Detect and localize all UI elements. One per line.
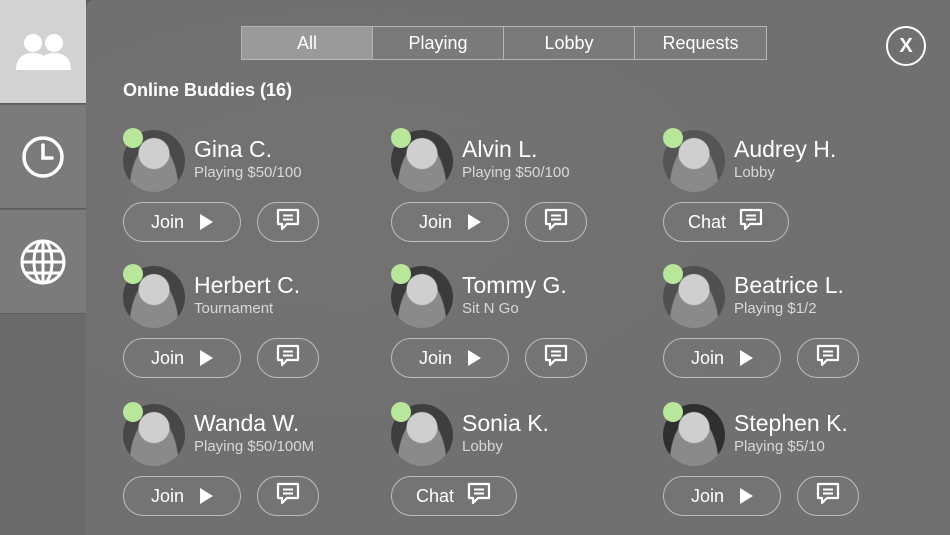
- play-icon: [200, 214, 214, 230]
- chat-icon: [275, 207, 301, 238]
- buddy-card: Herbert C. Tournament Join: [123, 264, 383, 396]
- chat-button[interactable]: Chat: [663, 202, 789, 242]
- sidebar-item-recent[interactable]: [0, 105, 86, 209]
- buddy-name: Audrey H.: [734, 136, 837, 162]
- tab-all[interactable]: All: [242, 27, 373, 59]
- buddy-name: Tommy G.: [462, 272, 567, 298]
- buddy-status: Playing $50/100: [194, 164, 302, 181]
- online-status-dot: [663, 128, 683, 148]
- join-label: Join: [418, 347, 453, 368]
- online-buddies-title: Online Buddies (16): [123, 80, 293, 100]
- join-button[interactable]: Join: [123, 476, 241, 516]
- join-label: Join: [690, 347, 725, 368]
- online-status-dot: [123, 128, 143, 148]
- close-icon: X: [899, 34, 913, 57]
- buddy-name: Stephen K.: [734, 410, 848, 436]
- play-icon: [200, 350, 214, 366]
- clock-icon: [22, 135, 64, 178]
- chat-button[interactable]: Chat: [391, 476, 517, 516]
- play-icon: [740, 488, 754, 504]
- chat-icon: [738, 207, 764, 238]
- join-label: Join: [418, 211, 453, 232]
- buddy-status: Playing $50/100M: [194, 438, 315, 455]
- chat-button[interactable]: [525, 202, 587, 242]
- buddy-card: Stephen K. Playing $5/10 Join: [663, 402, 923, 534]
- chat-label: Chat: [687, 211, 727, 232]
- join-label: Join: [690, 485, 725, 506]
- chat-icon: [543, 207, 569, 238]
- join-button[interactable]: Join: [663, 476, 781, 516]
- online-status-dot: [123, 264, 143, 284]
- chat-label: Chat: [415, 485, 455, 506]
- play-icon: [200, 488, 214, 504]
- sidebar-item-global[interactable]: [0, 210, 86, 314]
- buddy-status: Lobby: [734, 164, 775, 181]
- chat-button[interactable]: [797, 338, 859, 378]
- join-label: Join: [150, 485, 185, 506]
- buddy-status: Lobby: [462, 438, 503, 455]
- join-button[interactable]: Join: [663, 338, 781, 378]
- chat-button[interactable]: [257, 476, 319, 516]
- buddies-icon: [16, 33, 71, 70]
- online-status-dot: [391, 402, 411, 422]
- online-status-dot: [663, 264, 683, 284]
- tab-requests[interactable]: Requests: [635, 27, 766, 59]
- join-button[interactable]: Join: [123, 202, 241, 242]
- chat-icon: [466, 481, 492, 512]
- chat-button[interactable]: [257, 338, 319, 378]
- buddy-name: Wanda W.: [194, 410, 300, 436]
- chat-button[interactable]: [525, 338, 587, 378]
- buddy-card: Alvin L. Playing $50/100 Join: [391, 128, 651, 260]
- buddy-status: Sit N Go: [462, 300, 519, 317]
- join-label: Join: [150, 211, 185, 232]
- play-icon: [740, 350, 754, 366]
- online-status-dot: [123, 402, 143, 422]
- buddy-name: Beatrice L.: [734, 272, 844, 298]
- buddy-status: Playing $50/100: [462, 164, 570, 181]
- join-label: Join: [150, 347, 185, 368]
- sidebar-item-buddies[interactable]: [0, 0, 86, 104]
- join-button[interactable]: Join: [391, 202, 509, 242]
- tab-lobby[interactable]: Lobby: [504, 27, 635, 59]
- chat-icon: [815, 343, 841, 374]
- chat-button[interactable]: [257, 202, 319, 242]
- join-button[interactable]: Join: [123, 338, 241, 378]
- filter-tabs: All Playing Lobby Requests: [241, 26, 767, 60]
- buddies-panel: All Playing Lobby Requests X Online Budd…: [86, 0, 950, 535]
- close-button[interactable]: X: [886, 26, 926, 66]
- chat-icon: [275, 481, 301, 512]
- online-status-dot: [391, 128, 411, 148]
- online-status-dot: [663, 402, 683, 422]
- buddy-name: Herbert C.: [194, 272, 301, 298]
- buddy-card: Audrey H. Lobby Chat: [663, 128, 923, 260]
- buddy-name: Gina C.: [194, 136, 272, 162]
- buddy-name: Alvin L.: [462, 136, 538, 162]
- tab-playing[interactable]: Playing: [373, 27, 504, 59]
- buddy-card: Gina C. Playing $50/100 Join: [123, 128, 383, 260]
- buddy-card: Sonia K. Lobby Chat: [391, 402, 651, 534]
- sidebar-empty: [0, 314, 86, 535]
- chat-icon: [543, 343, 569, 374]
- chat-icon: [815, 481, 841, 512]
- chat-icon: [275, 343, 301, 374]
- buddy-card: Wanda W. Playing $50/100M Join: [123, 402, 383, 534]
- join-button[interactable]: Join: [391, 338, 509, 378]
- buddy-status: Playing $1/2: [734, 300, 817, 317]
- buddy-status: Playing $5/10: [734, 438, 825, 455]
- play-icon: [468, 350, 482, 366]
- globe-icon: [20, 239, 66, 284]
- buddy-card: Beatrice L. Playing $1/2 Join: [663, 264, 923, 396]
- sidebar: [0, 0, 86, 535]
- play-icon: [468, 214, 482, 230]
- buddy-status: Tournament: [194, 300, 274, 317]
- chat-button[interactable]: [797, 476, 859, 516]
- online-status-dot: [391, 264, 411, 284]
- buddy-card: Tommy G. Sit N Go Join: [391, 264, 651, 396]
- buddy-name: Sonia K.: [462, 410, 549, 436]
